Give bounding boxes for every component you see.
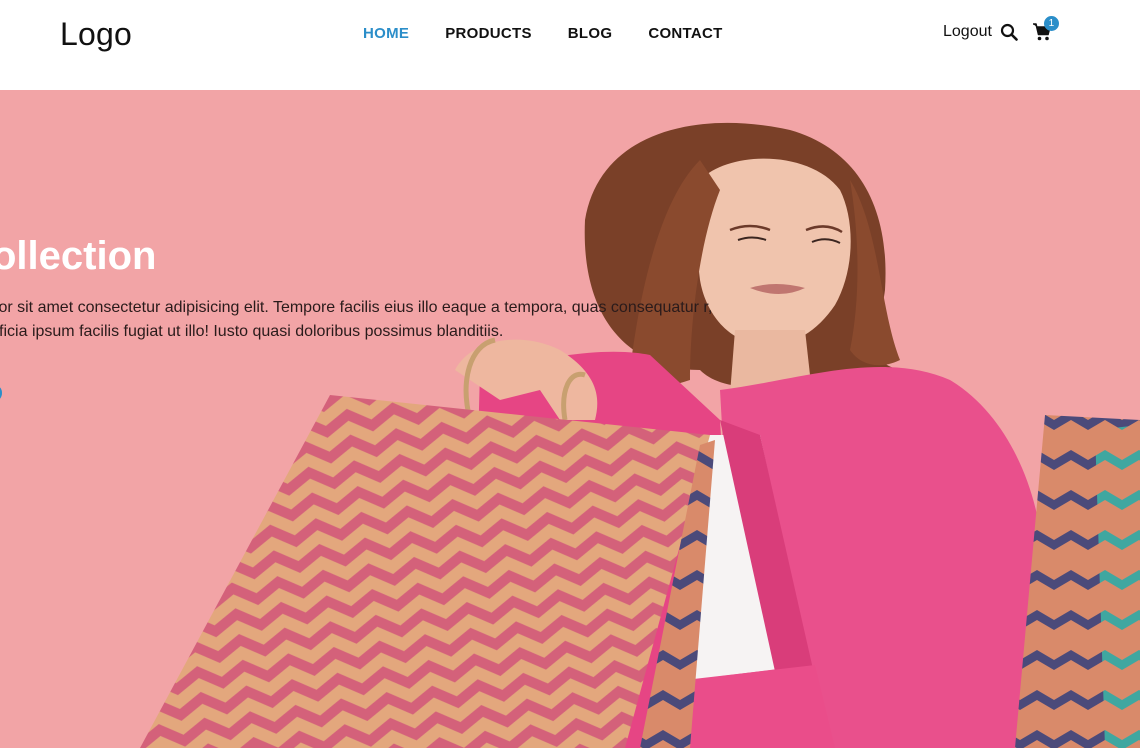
logout-link[interactable]: Logout — [943, 23, 992, 41]
search-icon[interactable] — [1000, 23, 1018, 41]
nav-home[interactable]: HOME — [363, 25, 409, 42]
hero-banner: ollection olor sit amet consectetur adip… — [0, 90, 1140, 748]
hero-title: ollection — [0, 234, 157, 278]
main-nav: HOME PRODUCTS BLOG CONTACT — [363, 25, 723, 42]
nav-products[interactable]: PRODUCTS — [445, 25, 532, 42]
site-header: Logo HOME PRODUCTS BLOG CONTACT Logout 1 — [0, 0, 1140, 90]
header-actions: Logout 1 — [943, 16, 1059, 42]
cart-count-badge: 1 — [1043, 16, 1059, 31]
nav-blog[interactable]: BLOG — [568, 25, 613, 42]
logo[interactable]: Logo — [60, 16, 132, 53]
cart-button[interactable]: 1 — [1032, 16, 1059, 42]
nav-contact[interactable]: CONTACT — [648, 25, 722, 42]
hero-description: olor sit amet consectetur adipisicing el… — [0, 299, 713, 340]
hero-image — [140, 122, 1140, 748]
